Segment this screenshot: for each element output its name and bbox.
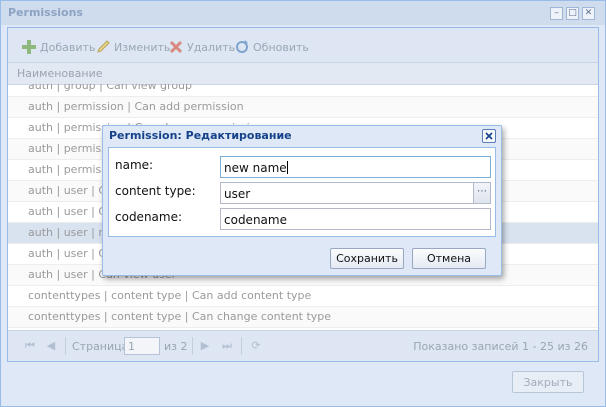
refresh-button-label: Обновить bbox=[253, 40, 309, 54]
text-cursor bbox=[286, 161, 288, 174]
close-icon[interactable]: ✕ bbox=[582, 7, 595, 20]
records-summary: Показано записей 1 - 25 из 26 bbox=[413, 340, 588, 353]
edit-button[interactable]: Изменить bbox=[95, 39, 170, 55]
last-page-icon[interactable]: ⏭ bbox=[220, 339, 234, 353]
table-row[interactable]: auth | group | Can view group bbox=[8, 84, 598, 97]
dialog-close-icon[interactable] bbox=[482, 129, 496, 143]
table-row[interactable]: auth | permission | Can add permission bbox=[8, 97, 598, 118]
pencil-icon bbox=[95, 39, 111, 55]
name-field[interactable]: new name bbox=[220, 156, 491, 178]
first-page-icon[interactable]: ⏮ bbox=[23, 339, 37, 353]
table-row[interactable]: contenttypes | content type | Can add co… bbox=[8, 286, 598, 307]
refresh-icon bbox=[234, 39, 250, 55]
edit-button-label: Изменить bbox=[114, 40, 171, 54]
name-label: name: bbox=[115, 158, 154, 172]
window-title: Permissions bbox=[8, 6, 83, 19]
minimize-icon[interactable]: – bbox=[550, 7, 563, 20]
dialog-form: name: new name content type: user ⋯ code… bbox=[108, 147, 496, 237]
refresh-button[interactable]: Обновить bbox=[234, 39, 309, 55]
plus-icon bbox=[21, 39, 37, 55]
column-header-name[interactable]: Наименование bbox=[8, 63, 598, 85]
add-button[interactable]: Добавить bbox=[21, 39, 95, 55]
next-page-icon[interactable]: ▶ bbox=[198, 339, 212, 353]
ellipsis-icon[interactable]: ⋯ bbox=[473, 182, 491, 204]
pager-separator bbox=[241, 337, 242, 355]
close-window-button[interactable]: Закрыть bbox=[512, 371, 584, 393]
prev-page-icon[interactable]: ◀ bbox=[44, 339, 58, 353]
table-row[interactable]: contenttypes | content type | Can change… bbox=[8, 307, 598, 328]
dialog-title: Permission: Редактирование bbox=[109, 129, 292, 142]
cancel-button[interactable]: Отмена bbox=[412, 248, 486, 269]
content-type-label: content type: bbox=[115, 184, 196, 198]
window-header: Permissions – □ ✕ bbox=[1, 1, 605, 25]
pager-separator bbox=[65, 337, 66, 355]
paging-toolbar: ⏮ ◀ Страница 1 из 2 ▶ ⏭ ⟳ Показано запис… bbox=[8, 330, 598, 361]
grid-toolbar: Добавить Изменить Удалить Обновить bbox=[8, 28, 598, 63]
codename-label: codename: bbox=[115, 210, 183, 224]
page-count-label: из 2 bbox=[164, 340, 188, 353]
delete-button[interactable]: Удалить bbox=[168, 39, 235, 55]
content-type-field[interactable]: user bbox=[220, 182, 474, 204]
codename-field[interactable]: codename bbox=[220, 208, 491, 230]
delete-button-label: Удалить bbox=[187, 40, 236, 54]
refresh-icon[interactable]: ⟳ bbox=[249, 339, 263, 353]
delete-icon bbox=[168, 39, 184, 55]
edit-permission-dialog: Permission: Редактирование name: new nam… bbox=[102, 125, 502, 276]
maximize-icon[interactable]: □ bbox=[566, 7, 579, 20]
page-label: Страница bbox=[72, 340, 129, 353]
save-button[interactable]: Сохранить bbox=[330, 248, 404, 269]
pager-separator bbox=[192, 337, 193, 355]
add-button-label: Добавить bbox=[40, 40, 96, 54]
page-number-input[interactable]: 1 bbox=[124, 337, 160, 355]
